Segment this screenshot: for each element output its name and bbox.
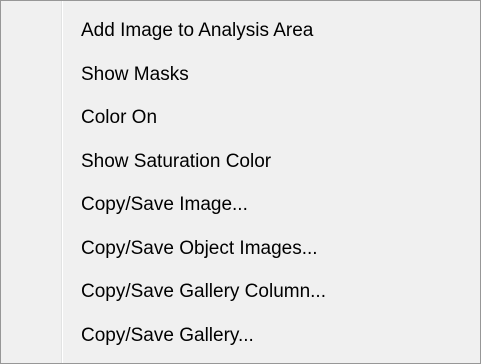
menu-item-label: Copy/Save Object Images...: [81, 237, 318, 259]
menu-items: Add Image to Analysis Area Show Masks Co…: [1, 9, 480, 357]
menu-item-label: Show Masks: [81, 63, 189, 85]
menu-item-label: Copy/Save Gallery...: [81, 324, 254, 346]
menu-item-copy-save-gallery[interactable]: Copy/Save Gallery...: [1, 314, 480, 358]
menu-item-show-masks[interactable]: Show Masks: [1, 53, 480, 97]
menu-item-show-saturation-color[interactable]: Show Saturation Color: [1, 140, 480, 184]
menu-item-label: Color On: [81, 107, 158, 128]
menu-item-label: Copy/Save Image...: [81, 194, 248, 215]
context-menu: Add Image to Analysis Area Show Masks Co…: [0, 0, 481, 364]
menu-item-copy-save-object-images[interactable]: Copy/Save Object Images...: [1, 227, 480, 271]
menu-item-add-image-to-analysis-area[interactable]: Add Image to Analysis Area: [1, 9, 480, 53]
menu-item-label: Show Saturation Color: [81, 150, 272, 172]
menu-item-copy-save-gallery-column[interactable]: Copy/Save Gallery Column...: [1, 270, 480, 314]
menu-item-label: Add Image to Analysis Area: [81, 20, 314, 41]
menu-item-copy-save-image[interactable]: Copy/Save Image...: [1, 183, 480, 227]
menu-item-label: Copy/Save Gallery Column...: [81, 281, 326, 302]
menu-item-color-on[interactable]: Color On: [1, 96, 480, 140]
